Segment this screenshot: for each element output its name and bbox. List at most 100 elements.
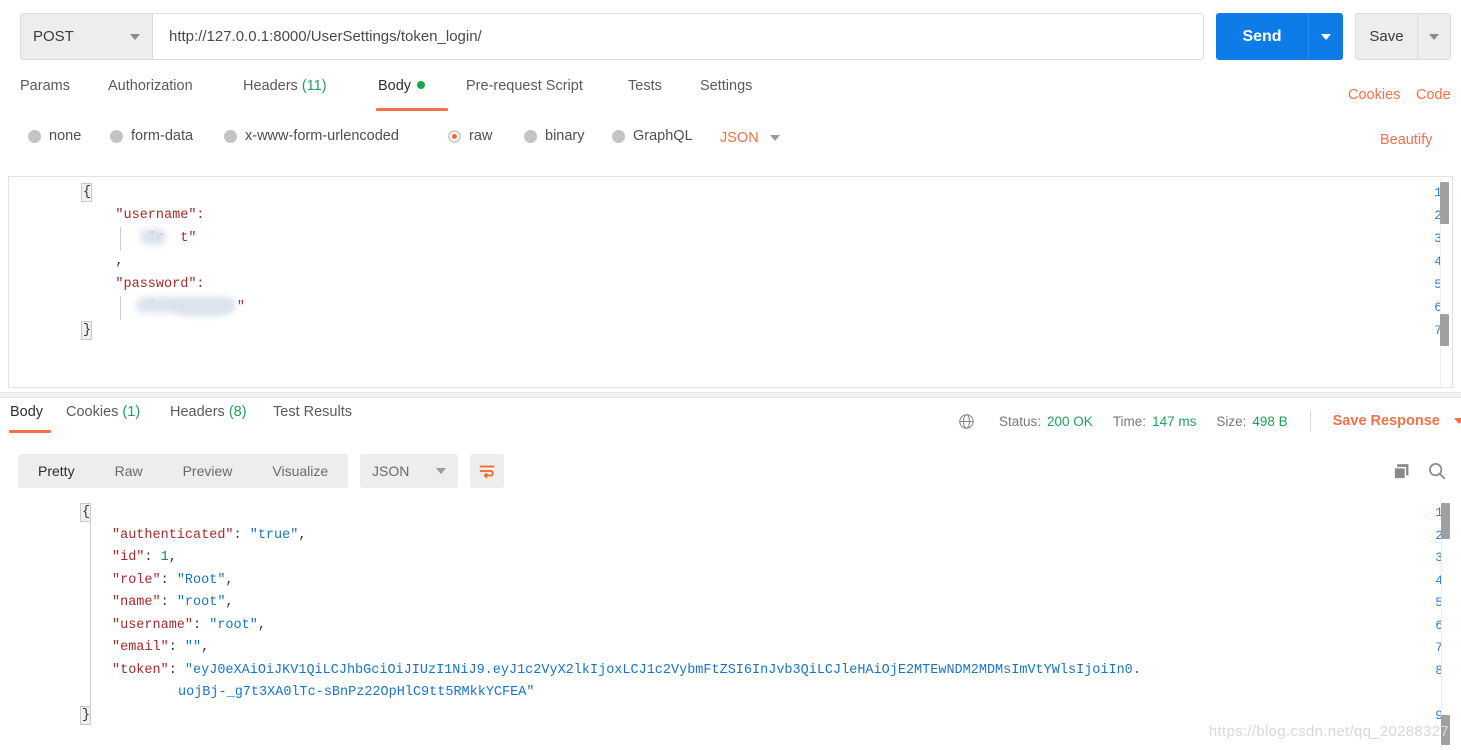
response-body-viewer[interactable]: 1 2 3 4 5 6 7 8 9 { "authenticated": "tr… — [8, 497, 1453, 750]
status-value: 200 OK — [1047, 414, 1093, 429]
code-line: "email": "", — [112, 640, 209, 655]
view-preview[interactable]: Preview — [163, 454, 253, 488]
json-value: "" — [185, 640, 201, 655]
search-response-button[interactable] — [1422, 456, 1452, 486]
code-line: "password": — [83, 277, 205, 292]
body-type-raw[interactable]: raw — [448, 128, 492, 144]
save-options-button[interactable] — [1417, 13, 1451, 60]
tab-label: Tests — [628, 78, 662, 94]
request-tab-bar: Params Authorization Headers (11) Body P… — [0, 78, 1461, 118]
send-button[interactable]: Send — [1216, 13, 1308, 60]
json-value: "root" — [209, 618, 258, 633]
tab-label: Authorization — [108, 78, 193, 94]
scrollbar-thumb-secondary[interactable] — [1440, 314, 1449, 346]
code-line: "username": "root", — [112, 618, 266, 633]
radio-icon — [28, 130, 41, 143]
response-scrollbar[interactable] — [1441, 497, 1452, 750]
body-type-label: none — [49, 128, 81, 144]
request-editor-scrollbar[interactable] — [1440, 178, 1451, 386]
tab-pre-request-script[interactable]: Pre-request Script — [466, 78, 583, 114]
tab-label: Headers — [243, 78, 298, 94]
tab-label: Headers — [170, 404, 225, 420]
scrollbar-thumb[interactable] — [1441, 503, 1450, 539]
url-input[interactable]: http://127.0.0.1:8000/UserSettings/token… — [152, 13, 1204, 60]
body-type-none[interactable]: none — [28, 128, 81, 144]
watermark: https://blog.csdn.net/qq_20288327 — [1209, 723, 1449, 740]
body-type-binary[interactable]: binary — [524, 128, 585, 144]
url-value: http://127.0.0.1:8000/UserSettings/token… — [169, 28, 482, 45]
request-url-bar: POST http://127.0.0.1:8000/UserSettings/… — [0, 0, 1461, 74]
save-button[interactable]: Save — [1355, 13, 1417, 60]
code-link[interactable]: Code — [1416, 87, 1451, 103]
save-response-button[interactable]: Save Response — [1333, 413, 1440, 429]
view-pretty[interactable]: Pretty — [18, 454, 95, 488]
tab-label: Test Results — [273, 404, 352, 420]
response-tab-cookies[interactable]: Cookies (1) — [66, 404, 140, 420]
indent-guide — [120, 227, 121, 251]
active-tab-indicator — [376, 108, 448, 111]
chevron-down-icon[interactable] — [1454, 418, 1461, 424]
json-value: "true" — [250, 528, 299, 543]
globe-icon — [958, 413, 975, 430]
body-type-graphql[interactable]: GraphQL — [612, 128, 693, 144]
radio-icon — [612, 130, 625, 143]
body-type-label: GraphQL — [633, 128, 693, 144]
body-type-label: x-www-form-urlencoded — [245, 128, 399, 144]
tab-label: Body — [10, 404, 43, 420]
body-type-label: form-data — [131, 128, 193, 144]
http-method-selector[interactable]: POST — [20, 13, 152, 60]
copy-response-button[interactable] — [1386, 456, 1416, 486]
tab-count: (11) — [302, 78, 327, 94]
tab-headers[interactable]: Headers (11) — [243, 78, 327, 114]
response-tab-body[interactable]: Body — [10, 404, 43, 420]
tab-tests[interactable]: Tests — [628, 78, 662, 114]
tab-label: Cookies — [66, 404, 118, 420]
body-type-urlencoded[interactable]: x-www-form-urlencoded — [224, 128, 399, 144]
view-visualize[interactable]: Visualize — [252, 454, 348, 488]
cookies-link[interactable]: Cookies — [1348, 87, 1400, 103]
json-key: "email" — [112, 640, 169, 655]
wrap-lines-button[interactable] — [470, 454, 504, 488]
request-body-editor[interactable]: 1 2 3 4 5 6 7 { "username": "r t" , "pas… — [8, 176, 1453, 388]
code-line: } — [82, 708, 90, 723]
response-tab-test-results[interactable]: Test Results — [273, 404, 352, 420]
response-view-toggle: Pretty Raw Preview Visualize — [18, 454, 348, 488]
response-tab-headers[interactable]: Headers (8) — [170, 404, 247, 420]
code-line: "token": "eyJ0eXAiOiJKV1QiLCJhbGciOiJIUz… — [112, 663, 1141, 678]
wrap-text-icon — [478, 463, 496, 479]
tab-count: (8) — [229, 404, 247, 420]
view-raw[interactable]: Raw — [95, 454, 163, 488]
size-value: 498 B — [1252, 414, 1287, 429]
time-label: Time: — [1113, 414, 1146, 429]
beautify-link[interactable]: Beautify — [1380, 132, 1432, 148]
response-format-selector[interactable]: JSON — [360, 454, 458, 488]
code-line: "username": — [83, 208, 205, 223]
send-options-button[interactable] — [1308, 13, 1343, 60]
response-format-label: JSON — [372, 463, 409, 479]
chevron-down-icon — [1429, 34, 1439, 40]
json-value: 1 — [161, 550, 169, 565]
body-type-form-data[interactable]: form-data — [110, 128, 193, 144]
response-code-area[interactable]: 1 2 3 4 5 6 7 8 9 { "authenticated": "tr… — [8, 497, 1453, 750]
tab-authorization[interactable]: Authorization — [108, 78, 193, 114]
json-key: "id" — [112, 550, 144, 565]
response-status-bar: Status: 200 OK Time: 147 ms Size: 498 B … — [958, 410, 1461, 432]
scrollbar-thumb[interactable] — [1440, 182, 1449, 224]
tab-label: Pre-request Script — [466, 78, 583, 94]
http-method-label: POST — [33, 28, 130, 45]
code-line: "id": 1, — [112, 550, 177, 565]
tab-label: Body — [378, 78, 411, 94]
json-key: "token" — [112, 663, 169, 678]
tab-settings[interactable]: Settings — [700, 78, 752, 114]
status-label: Status: — [999, 414, 1041, 429]
copy-icon — [1392, 462, 1411, 481]
request-code-area[interactable]: 1 2 3 4 5 6 7 { "username": "r t" , "pas… — [9, 177, 1452, 387]
raw-format-selector[interactable]: JSON — [720, 130, 780, 146]
time-value: 147 ms — [1152, 414, 1196, 429]
redacted-password-value-2 — [177, 303, 229, 315]
json-key: "name" — [112, 595, 161, 610]
pane-splitter[interactable] — [0, 392, 1461, 398]
tab-params[interactable]: Params — [20, 78, 70, 114]
json-token-value-continued: uojBj-_g7t3XA0lTc-sBnPz22OpHlC9tt5RMkkYC… — [178, 685, 534, 700]
json-value: "Root" — [177, 573, 226, 588]
